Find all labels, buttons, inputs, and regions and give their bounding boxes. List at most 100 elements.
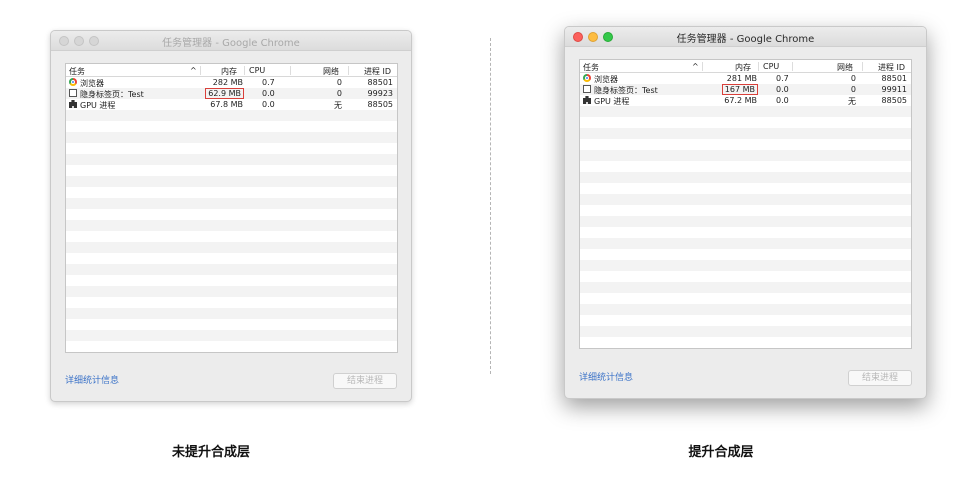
empty-row	[66, 352, 397, 353]
sort-ascending-icon[interactable]: ^	[190, 66, 197, 75]
empty-row	[580, 150, 911, 161]
cpu-value: 0.0	[776, 85, 789, 94]
document-icon	[69, 89, 77, 97]
column-header-task[interactable]: 任务	[69, 66, 85, 77]
memory-value-highlighted: 167 MB	[721, 84, 759, 95]
sort-ascending-icon[interactable]: ^	[692, 62, 699, 71]
empty-row	[580, 227, 911, 238]
process-id: 88505	[881, 96, 907, 105]
cpu-value: 0.0	[776, 96, 789, 105]
column-header-cpu[interactable]: CPU	[249, 66, 265, 75]
cpu-value: 0.7	[262, 78, 275, 87]
memory-value: 282 MB	[212, 78, 243, 87]
table-row[interactable]: 隐身标签页：Test 167 MB 0.0 0 99911	[580, 84, 911, 95]
column-divider	[244, 66, 245, 75]
column-header-memory[interactable]: 内存	[735, 62, 751, 73]
table-body: 浏览器 281 MB 0.7 0 88501 隐身标签页：Test 167 MB…	[580, 73, 911, 348]
table-row[interactable]: GPU 进程 67.2 MB 0.0 无 88505	[580, 95, 911, 106]
empty-row	[66, 187, 397, 198]
process-table: 任务 ^ 内存 CPU 网络 进程 ID 浏览器 281 MB 0.7 0 88…	[579, 59, 912, 349]
title-bar: 任务管理器 - Google Chrome	[51, 31, 411, 51]
empty-row	[580, 337, 911, 348]
network-value: 0	[850, 74, 856, 83]
task-manager-window-left: 任务管理器 - Google Chrome 任务 ^ 内存 CPU 网络 进程 …	[50, 30, 412, 402]
empty-row	[580, 183, 911, 194]
memory-value: 281 MB	[726, 74, 757, 83]
empty-row	[66, 132, 397, 143]
column-header-memory[interactable]: 内存	[221, 66, 237, 77]
empty-row	[580, 348, 911, 349]
empty-row	[580, 117, 911, 128]
chrome-icon	[69, 78, 77, 86]
empty-row	[66, 286, 397, 297]
empty-row	[580, 106, 911, 117]
column-divider	[348, 66, 349, 75]
end-process-button[interactable]: 结束进程	[333, 373, 397, 389]
table-body: 浏览器 282 MB 0.7 0 88501 隐身标签页：Test 62.9 M…	[66, 77, 397, 352]
empty-row	[66, 154, 397, 165]
empty-row	[580, 271, 911, 282]
empty-row	[66, 319, 397, 330]
empty-row	[580, 194, 911, 205]
window-title: 任务管理器 - Google Chrome	[162, 38, 300, 49]
process-id: 99911	[881, 85, 907, 94]
empty-row	[580, 304, 911, 315]
column-header-network[interactable]: 网络	[323, 66, 339, 77]
cpu-value: 0.7	[776, 74, 789, 83]
empty-row	[66, 253, 397, 264]
empty-row	[580, 128, 911, 139]
empty-row	[66, 231, 397, 242]
memory-value-highlighted: 62.9 MB	[205, 88, 244, 99]
empty-row	[66, 209, 397, 220]
caption-left: 未提升合成层	[171, 445, 250, 460]
table-header: 任务 ^ 内存 CPU 网络 进程 ID	[66, 64, 397, 77]
details-link[interactable]: 详细统计信息	[65, 373, 119, 386]
network-value: 0	[850, 85, 856, 94]
process-id: 88501	[367, 78, 393, 87]
memory-value: 67.8 MB	[210, 100, 243, 109]
empty-row	[580, 161, 911, 172]
network-value: 0	[336, 78, 342, 87]
process-id: 88501	[881, 74, 907, 83]
table-row[interactable]: GPU 进程 67.8 MB 0.0 无 88505	[66, 99, 397, 110]
empty-row	[66, 275, 397, 286]
empty-row	[580, 326, 911, 337]
puzzle-icon	[583, 96, 591, 104]
empty-row	[66, 198, 397, 209]
table-row[interactable]: 隐身标签页：Test 62.9 MB 0.0 0 99923	[66, 88, 397, 99]
column-divider	[758, 62, 759, 71]
table-row[interactable]: 浏览器 282 MB 0.7 0 88501	[66, 77, 397, 88]
title-bar: 任务管理器 - Google Chrome	[565, 27, 926, 47]
document-icon	[583, 85, 591, 93]
table-row[interactable]: 浏览器 281 MB 0.7 0 88501	[580, 73, 911, 84]
chrome-icon	[583, 74, 591, 82]
empty-row	[580, 216, 911, 227]
column-divider	[702, 62, 703, 71]
memory-value: 67.2 MB	[724, 96, 757, 105]
column-header-cpu[interactable]: CPU	[763, 62, 779, 71]
empty-row	[580, 172, 911, 183]
end-process-button[interactable]: 结束进程	[848, 370, 912, 386]
column-header-pid[interactable]: 进程 ID	[364, 66, 391, 77]
empty-row	[66, 297, 397, 308]
empty-row	[580, 315, 911, 326]
column-divider	[792, 62, 793, 71]
empty-row	[580, 282, 911, 293]
empty-row	[66, 330, 397, 341]
column-header-network[interactable]: 网络	[837, 62, 853, 73]
process-id: 88505	[367, 100, 393, 109]
empty-row	[66, 242, 397, 253]
process-id: 99923	[367, 89, 393, 98]
cpu-value: 0.0	[262, 100, 275, 109]
empty-row	[66, 143, 397, 154]
empty-row	[66, 165, 397, 176]
panel-divider	[490, 38, 491, 374]
empty-row	[66, 264, 397, 275]
column-header-task[interactable]: 任务	[583, 62, 599, 73]
empty-row	[66, 220, 397, 231]
empty-row	[66, 341, 397, 352]
details-link[interactable]: 详细统计信息	[579, 370, 633, 383]
column-divider	[200, 66, 201, 75]
column-header-pid[interactable]: 进程 ID	[878, 62, 905, 73]
puzzle-icon	[69, 100, 77, 108]
